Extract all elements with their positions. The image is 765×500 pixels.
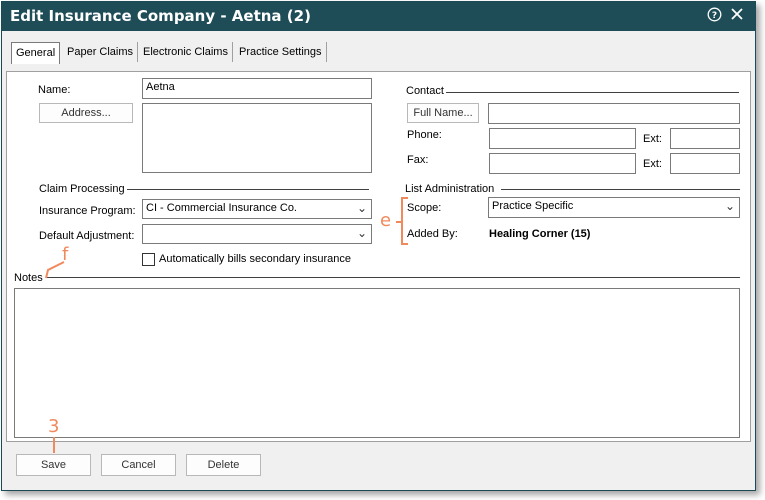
auto-bill-label: Automatically bills secondary insurance [159,253,351,265]
added-by-label: Added By: [407,228,458,240]
annotation-e-bracket [396,197,408,245]
list-admin-header: List Administration [405,183,495,195]
chevron-down-icon: ⌄ [356,201,367,215]
notes-label: Notes [14,272,43,284]
chevron-down-icon: ⌄ [356,226,367,240]
annotation-3-leader [53,437,55,453]
scope-select[interactable]: Practice Specific ⌄ [488,197,740,218]
default-adjustment-select[interactable]: ⌄ [142,224,372,244]
claim-processing-divider [127,189,369,190]
tab-paper-claims[interactable]: Paper Claims [63,42,139,62]
annotation-f-leader [45,261,65,279]
phone-ext-input[interactable] [670,128,740,149]
fax-ext-input[interactable] [670,153,740,174]
annotation-e-marker: e [380,210,392,231]
full-name-input[interactable] [488,103,740,124]
list-admin-divider [501,189,740,190]
phone-input[interactable] [489,128,636,149]
phone-label: Phone: [407,129,442,141]
tab-general[interactable]: General [11,42,61,64]
cancel-button[interactable]: Cancel [101,454,176,476]
edit-insurance-company-dialog: Edit Insurance Company - Aetna (2) ? Gen… [1,1,756,491]
insurance-program-select[interactable]: CI - Commercial Insurance Co. ⌄ [142,199,372,219]
full-name-button[interactable]: Full Name... [407,103,479,123]
phone-ext-label: Ext: [643,133,662,145]
name-input[interactable]: Aetna [142,78,372,99]
insurance-program-value: CI - Commercial Insurance Co. [146,202,297,214]
general-panel: Name: Aetna Address... Contact Full Name… [6,71,751,442]
fax-ext-label: Ext: [643,158,662,170]
auto-bill-checkbox[interactable] [142,253,155,266]
title-bar: Edit Insurance Company - Aetna (2) ? [2,2,755,31]
save-button[interactable]: Save [16,454,91,476]
annotation-3-marker: 3 [48,416,60,437]
insurance-program-label: Insurance Program: [39,205,136,217]
default-adjustment-label: Default Adjustment: [39,230,135,242]
dialog-title: Edit Insurance Company - Aetna (2) [10,7,311,25]
tab-practice-settings[interactable]: Practice Settings [235,42,327,62]
added-by-value: Healing Corner (15) [489,228,591,240]
fax-label: Fax: [407,154,429,166]
contact-divider [446,92,739,93]
notes-divider [47,277,740,278]
address-button[interactable]: Address... [39,103,133,123]
tab-electronic-claims[interactable]: Electronic Claims [139,42,233,62]
svg-text:?: ? [712,11,717,21]
chevron-down-icon: ⌄ [724,199,735,213]
delete-button[interactable]: Delete [186,454,261,476]
notes-textarea[interactable] [14,288,740,438]
contact-header: Contact [406,85,444,97]
claim-processing-header: Claim Processing [39,183,125,195]
help-circle-icon[interactable]: ? [707,7,722,27]
fax-input[interactable] [489,153,636,174]
scope-value: Practice Specific [492,200,574,212]
name-label: Name: [38,84,71,96]
close-icon[interactable] [730,7,744,26]
address-textarea[interactable] [142,103,372,173]
